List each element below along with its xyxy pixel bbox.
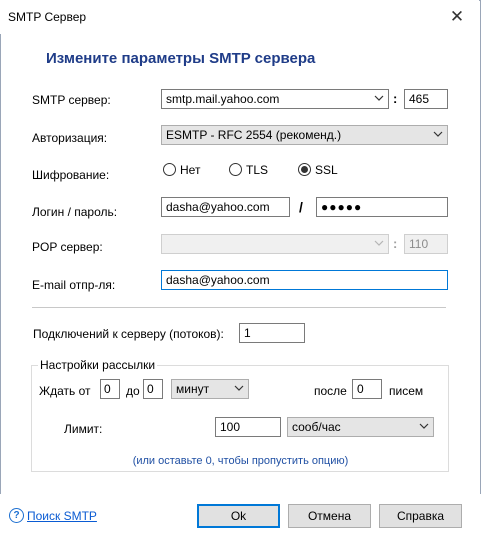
after-letters-input[interactable]: 0: [352, 379, 382, 399]
wait-from-label: Ждать от: [39, 384, 91, 398]
wait-to-label: до: [126, 384, 140, 398]
pop-server-label: POP сервер:: [32, 240, 103, 254]
find-smtp-link[interactable]: Поиск SMTP: [27, 509, 97, 523]
radio-ssl[interactable]: [298, 163, 311, 176]
wait-unit-select[interactable]: минут: [171, 379, 249, 399]
pop-port-separator: :: [393, 236, 398, 251]
login-input[interactable]: dasha@yahoo.com: [161, 197, 290, 217]
wait-to-input[interactable]: 0: [143, 379, 163, 399]
password-input[interactable]: ●●●●●: [316, 197, 448, 217]
cancel-button[interactable]: Отмена: [288, 504, 371, 528]
close-icon[interactable]: ✕: [443, 5, 471, 29]
port-separator: :: [393, 91, 398, 106]
auth-label: Авторизация:: [32, 131, 108, 145]
chevron-down-icon[interactable]: [374, 93, 384, 103]
radio-ssl-label[interactable]: SSL: [315, 163, 338, 177]
letters-label: писем: [389, 384, 424, 398]
hint-text: (или оставьте 0, чтобы пропустить опцию): [132, 455, 349, 467]
limit-unit-value: сооб/час: [292, 420, 341, 434]
radio-none[interactable]: [163, 163, 176, 176]
mailing-settings-title: Настройки рассылки: [38, 358, 158, 372]
connections-label: Подключений к серверу (потоков):: [33, 327, 224, 341]
pop-port-input[interactable]: 110: [404, 234, 448, 254]
chevron-down-icon[interactable]: [433, 129, 443, 139]
login-label: Логин / пароль:: [32, 205, 118, 219]
login-separator: /: [299, 199, 303, 215]
pop-server-combo[interactable]: [161, 234, 389, 254]
connections-input[interactable]: 1: [239, 323, 305, 343]
divider: [32, 307, 446, 308]
smtp-server-label: SMTP сервер:: [32, 93, 111, 107]
smtp-port-input[interactable]: 465: [404, 89, 448, 109]
sender-email-input[interactable]: dasha@yahoo.com: [161, 270, 448, 290]
auth-value: ESMTP - RFC 2554 (рекоменд.): [166, 128, 342, 142]
smtp-server-value: smtp.mail.yahoo.com: [166, 92, 280, 106]
after-label: после: [314, 384, 347, 398]
limit-unit-select[interactable]: сооб/час: [287, 417, 434, 437]
help-button[interactable]: Справка: [379, 504, 462, 528]
chevron-down-icon[interactable]: [419, 421, 429, 431]
radio-none-label[interactable]: Нет: [180, 163, 200, 177]
smtp-server-combo[interactable]: smtp.mail.yahoo.com: [161, 89, 389, 109]
encryption-label: Шифрование:: [32, 168, 110, 182]
ok-button[interactable]: Ok: [197, 504, 280, 528]
limit-input[interactable]: 100: [215, 417, 281, 437]
page-title: Измените параметры SMTP сервера: [46, 50, 316, 67]
limit-label: Лимит:: [64, 422, 103, 436]
wait-unit-value: минут: [176, 382, 210, 396]
chevron-down-icon[interactable]: [374, 238, 384, 248]
auth-select[interactable]: ESMTP - RFC 2554 (рекоменд.): [161, 125, 448, 145]
help-icon[interactable]: ?: [9, 508, 24, 523]
sender-email-label: E-mail отпр-ля:: [32, 278, 116, 292]
window-title: SMTP Сервер: [8, 10, 87, 24]
title-bar: SMTP Сервер ✕: [0, 0, 479, 34]
chevron-down-icon[interactable]: [234, 383, 244, 393]
radio-tls[interactable]: [229, 163, 242, 176]
radio-selected-dot: [301, 166, 308, 173]
wait-from-input[interactable]: 0: [100, 379, 120, 399]
radio-tls-label[interactable]: TLS: [246, 163, 268, 177]
